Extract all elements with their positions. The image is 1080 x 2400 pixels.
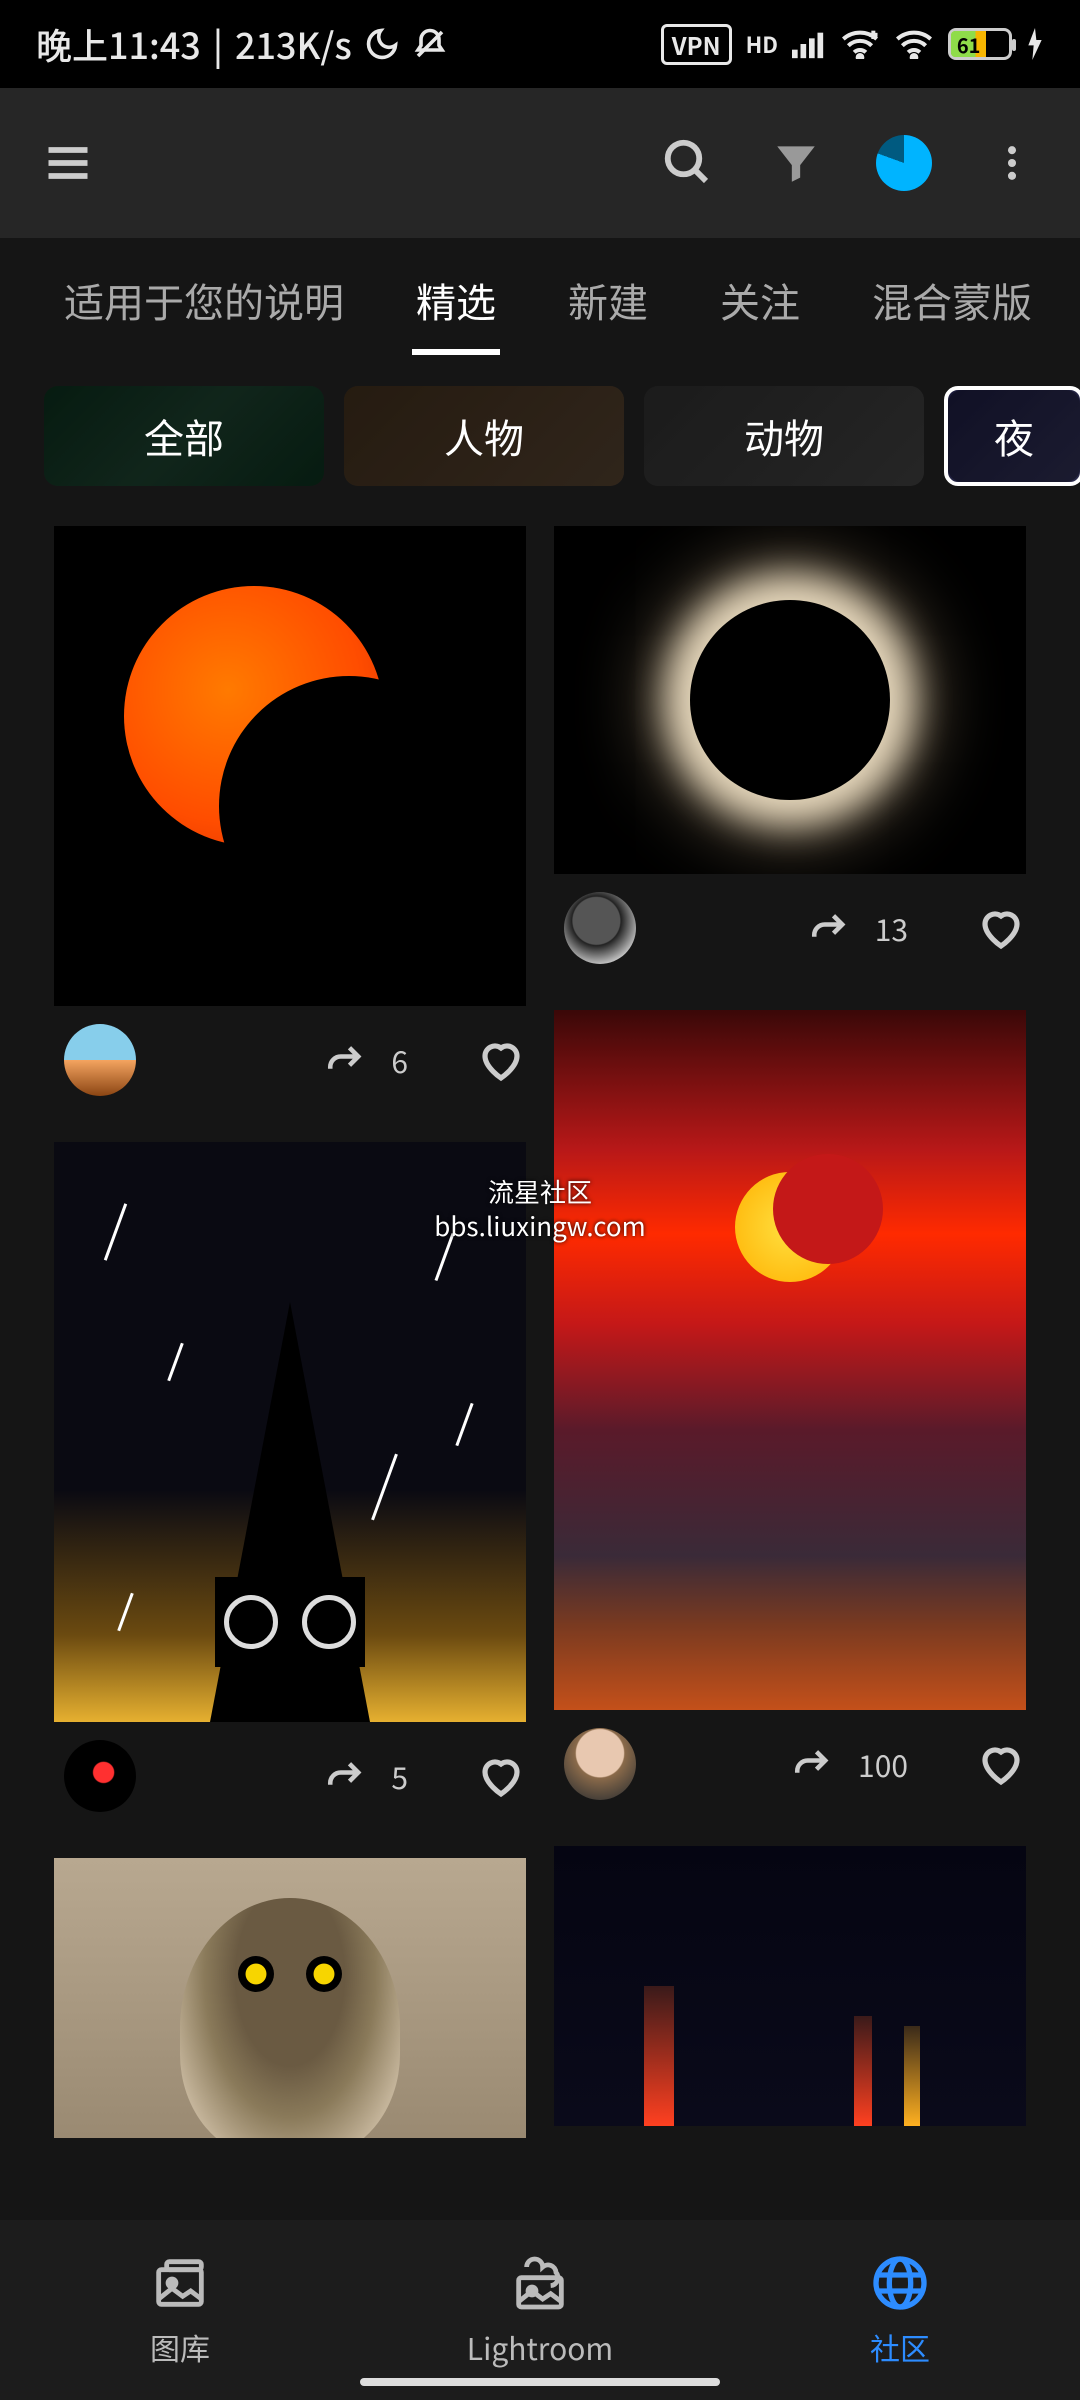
thumb-owl[interactable] xyxy=(54,1858,526,2138)
status-time: 晚上11:43 xyxy=(36,18,201,70)
search-button[interactable] xyxy=(652,127,724,199)
like-button[interactable] xyxy=(976,903,1026,953)
nav-library[interactable]: 图库 xyxy=(0,2220,360,2400)
hamburger-icon xyxy=(42,137,94,189)
share-icon xyxy=(809,907,851,949)
more-vert-icon xyxy=(990,141,1034,185)
status-left: 晚上11:43 | 213K/s xyxy=(36,18,448,70)
wifi-plus-icon xyxy=(840,29,880,59)
status-sep: | xyxy=(213,18,223,70)
chip-night[interactable]: 夜 xyxy=(944,386,1080,486)
status-bar: 晚上11:43 | 213K/s VPN HD 61 xyxy=(0,0,1080,88)
share-count: 100 xyxy=(858,1742,908,1786)
card-owl[interactable] xyxy=(54,1858,526,2138)
library-icon xyxy=(148,2251,212,2315)
nav-community[interactable]: 社区 xyxy=(720,2220,1080,2400)
thumb-sunset[interactable] xyxy=(554,1010,1026,1710)
feed: 6 5 xyxy=(0,526,1080,2166)
card-meta: 5 xyxy=(54,1722,526,1830)
share-icon xyxy=(792,1743,834,1785)
author-avatar[interactable] xyxy=(64,1740,136,1812)
charging-icon xyxy=(1026,28,1044,60)
hd-indicator: HD xyxy=(746,28,778,60)
home-indicator[interactable] xyxy=(360,2378,720,2386)
vpn-indicator: VPN xyxy=(661,24,732,65)
storage-pie-icon xyxy=(876,135,932,191)
heart-icon xyxy=(977,904,1025,952)
like-button[interactable] xyxy=(476,1751,526,1801)
share-count: 13 xyxy=(875,906,908,950)
chip-animals[interactable]: 动物 xyxy=(644,386,924,486)
tab-for-you[interactable]: 适用于您的说明 xyxy=(28,241,380,355)
author-avatar[interactable] xyxy=(564,1728,636,1800)
card-tower[interactable]: 5 xyxy=(54,1142,526,1830)
battery-indicator: 61 xyxy=(948,28,1012,60)
share-button[interactable] xyxy=(321,1751,371,1801)
profile-button[interactable] xyxy=(868,127,940,199)
tab-new[interactable]: 新建 xyxy=(532,241,684,355)
more-button[interactable] xyxy=(976,127,1048,199)
card-sunset[interactable]: 100 xyxy=(554,1010,1026,1818)
author-avatar[interactable] xyxy=(564,892,636,964)
wifi-icon xyxy=(894,29,934,59)
author-avatar[interactable] xyxy=(64,1024,136,1096)
moon-icon xyxy=(364,26,400,62)
mute-icon xyxy=(412,26,448,62)
tab-featured[interactable]: 精选 xyxy=(380,241,532,355)
feed-col-left: 6 5 xyxy=(54,526,526,2166)
lightroom-icon xyxy=(508,2251,572,2315)
thumb-city[interactable] xyxy=(554,1846,1026,2126)
card-crescent[interactable]: 6 xyxy=(54,526,526,1114)
nav-label: 社区 xyxy=(870,2325,930,2369)
thumb-eclipse[interactable] xyxy=(554,526,1026,874)
signal-icon xyxy=(792,29,826,59)
card-eclipse[interactable]: 13 xyxy=(554,526,1026,982)
thumb-crescent[interactable] xyxy=(54,526,526,1006)
share-button[interactable] xyxy=(788,1739,838,1789)
card-meta: 6 xyxy=(54,1006,526,1114)
card-city[interactable] xyxy=(554,1846,1026,2126)
menu-button[interactable] xyxy=(32,127,104,199)
chip-all[interactable]: 全部 xyxy=(44,386,324,486)
share-count: 5 xyxy=(391,1754,408,1798)
tabs: 适用于您的说明 精选 新建 关注 混合蒙版 xyxy=(0,238,1080,358)
heart-icon xyxy=(977,1740,1025,1788)
tab-follow[interactable]: 关注 xyxy=(684,241,836,355)
nav-lightroom[interactable]: Lightroom xyxy=(360,2220,720,2400)
search-icon xyxy=(661,136,715,190)
like-button[interactable] xyxy=(476,1035,526,1085)
funnel-icon xyxy=(771,138,821,188)
globe-icon xyxy=(868,2251,932,2315)
bottom-nav: 图库 Lightroom 社区 xyxy=(0,2220,1080,2400)
app-bar xyxy=(0,88,1080,238)
share-count: 6 xyxy=(391,1038,408,1082)
share-button[interactable] xyxy=(805,903,855,953)
status-right: VPN HD 61 xyxy=(661,24,1044,65)
card-meta: 13 xyxy=(554,874,1026,982)
category-chips: 全部 人物 动物 夜 xyxy=(0,358,1080,526)
filter-button[interactable] xyxy=(760,127,832,199)
share-icon xyxy=(325,1039,367,1081)
heart-icon xyxy=(477,1752,525,1800)
share-icon xyxy=(325,1755,367,1797)
tab-remix[interactable]: 混合蒙版 xyxy=(836,241,1068,355)
like-button[interactable] xyxy=(976,1739,1026,1789)
chip-people[interactable]: 人物 xyxy=(344,386,624,486)
share-button[interactable] xyxy=(321,1035,371,1085)
card-meta: 100 xyxy=(554,1710,1026,1818)
status-speed: 213K/s xyxy=(235,18,352,70)
nav-label: 图库 xyxy=(150,2325,210,2369)
nav-label: Lightroom xyxy=(467,2325,613,2369)
thumb-tower[interactable] xyxy=(54,1142,526,1722)
heart-icon xyxy=(477,1036,525,1084)
feed-col-right: 13 100 xyxy=(554,526,1026,2166)
